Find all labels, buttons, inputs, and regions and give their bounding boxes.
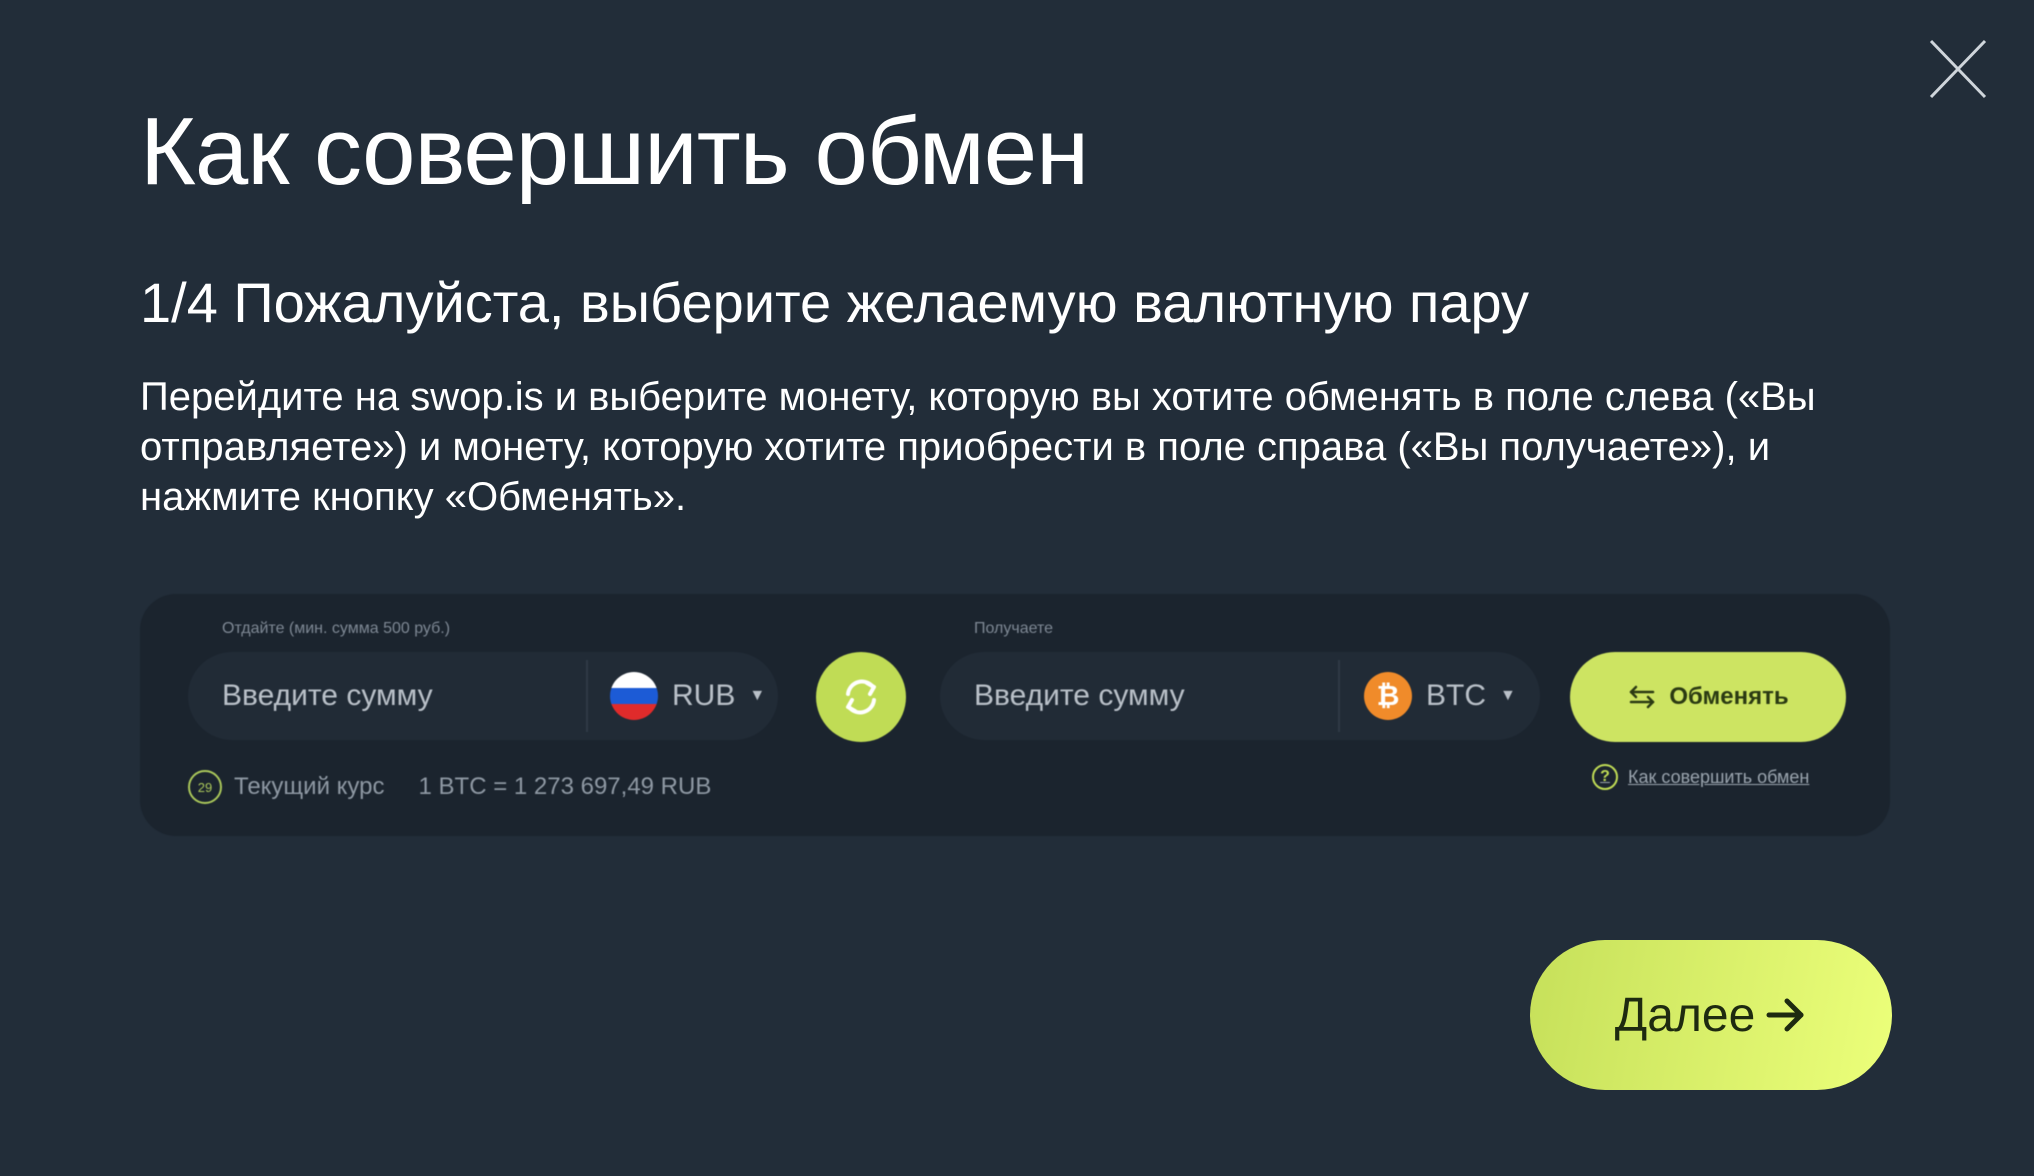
current-rate-row: 29 Текущий курс 1 BTC = 1 273 697,49 RUB bbox=[188, 770, 711, 804]
chevron-down-icon: ▼ bbox=[749, 687, 766, 704]
step-title: 1/4 Пожалуйста, выберите желаемую валютн… bbox=[140, 271, 1529, 334]
modal-title: Как совершить обмен bbox=[140, 98, 1089, 205]
close-button[interactable] bbox=[1928, 38, 1988, 100]
chevron-down-icon: ▼ bbox=[1500, 687, 1516, 704]
close-icon bbox=[1929, 39, 1987, 99]
next-button-label: Далее bbox=[1614, 988, 1756, 1042]
swap-icon bbox=[846, 679, 876, 715]
exchange-button-label: Обменять bbox=[1669, 683, 1789, 710]
send-currency-code: RUB bbox=[672, 679, 736, 712]
timer-icon: 29 bbox=[188, 770, 222, 804]
send-currency-select: RUB ▼ bbox=[610, 652, 765, 740]
exchange-button-example: Обменять bbox=[1570, 652, 1846, 742]
bitcoin-icon: ₿ bbox=[1364, 672, 1412, 720]
receive-label: Получаете bbox=[974, 620, 1054, 637]
arrow-right-icon bbox=[1766, 998, 1804, 1032]
question-icon: ? bbox=[1592, 764, 1618, 790]
step-description: Перейдите на swop.is и выберите монету, … bbox=[140, 375, 1816, 519]
exchange-arrows-icon bbox=[1630, 685, 1655, 709]
receive-field: Введите сумму ₿ BTC ▼ bbox=[940, 652, 1540, 740]
next-button[interactable]: Далее bbox=[1530, 940, 1892, 1090]
swap-currencies-button bbox=[816, 652, 906, 742]
send-label: Отдайте (мин. сумма 500 руб.) bbox=[222, 620, 451, 637]
send-field: Введите сумму RUB ▼ bbox=[188, 652, 778, 740]
receive-divider bbox=[1338, 660, 1340, 732]
russia-flag-icon bbox=[610, 672, 658, 720]
receive-amount-placeholder: Введите сумму bbox=[974, 679, 1185, 712]
receive-currency-select: ₿ BTC ▼ bbox=[1364, 652, 1516, 740]
send-divider bbox=[586, 660, 588, 732]
receive-currency-code: BTC bbox=[1426, 679, 1486, 712]
rate-label: Текущий курс bbox=[234, 773, 385, 800]
how-to-exchange-link: ? Как совершить обмен bbox=[1592, 764, 1809, 790]
rate-value: 1 BTC = 1 273 697,49 RUB bbox=[418, 773, 712, 800]
send-amount-placeholder: Введите сумму bbox=[222, 679, 433, 712]
exchange-widget-example: Отдайте (мин. сумма 500 руб.) Введите су… bbox=[140, 594, 1890, 836]
how-to-exchange-label: Как совершить обмен bbox=[1628, 766, 1810, 787]
